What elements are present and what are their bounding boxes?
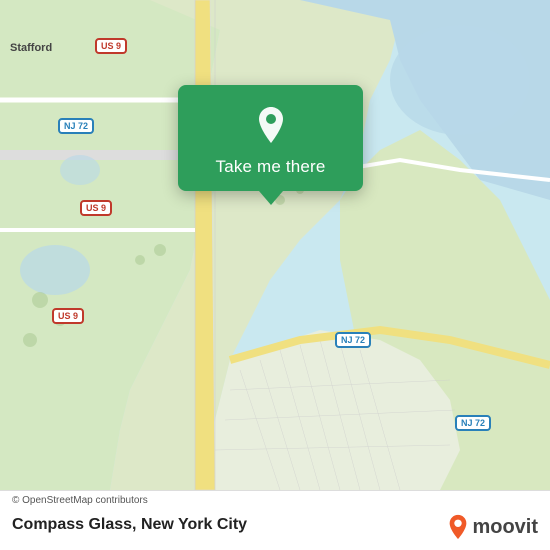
moovit-text: moovit <box>472 516 538 539</box>
place-name: Compass Glass, New York City <box>12 516 247 534</box>
road-badge-nj72-left: NJ 72 <box>58 118 94 134</box>
attribution-text: © OpenStreetMap contributors <box>12 495 148 506</box>
take-me-there-label: Take me there <box>216 157 326 177</box>
map-container: US 9 NJ 72 US 9 US 9 NJ 72 NJ 72 Staffor… <box>0 0 550 490</box>
popup-card[interactable]: Take me there <box>178 85 363 191</box>
road-badge-us9-top: US 9 <box>95 38 127 54</box>
bottom-bar: © OpenStreetMap contributors Compass Gla… <box>0 490 550 550</box>
moovit-pin-icon <box>447 514 469 540</box>
moovit-logo: moovit <box>447 514 538 540</box>
road-badge-us9-bot: US 9 <box>52 308 84 324</box>
road-badge-nj72-far: NJ 72 <box>455 415 491 431</box>
road-badge-us9-mid: US 9 <box>80 200 112 216</box>
location-pin-icon <box>249 103 293 147</box>
road-badge-nj72-right: NJ 72 <box>335 332 371 348</box>
stafford-label: Stafford <box>10 42 52 54</box>
